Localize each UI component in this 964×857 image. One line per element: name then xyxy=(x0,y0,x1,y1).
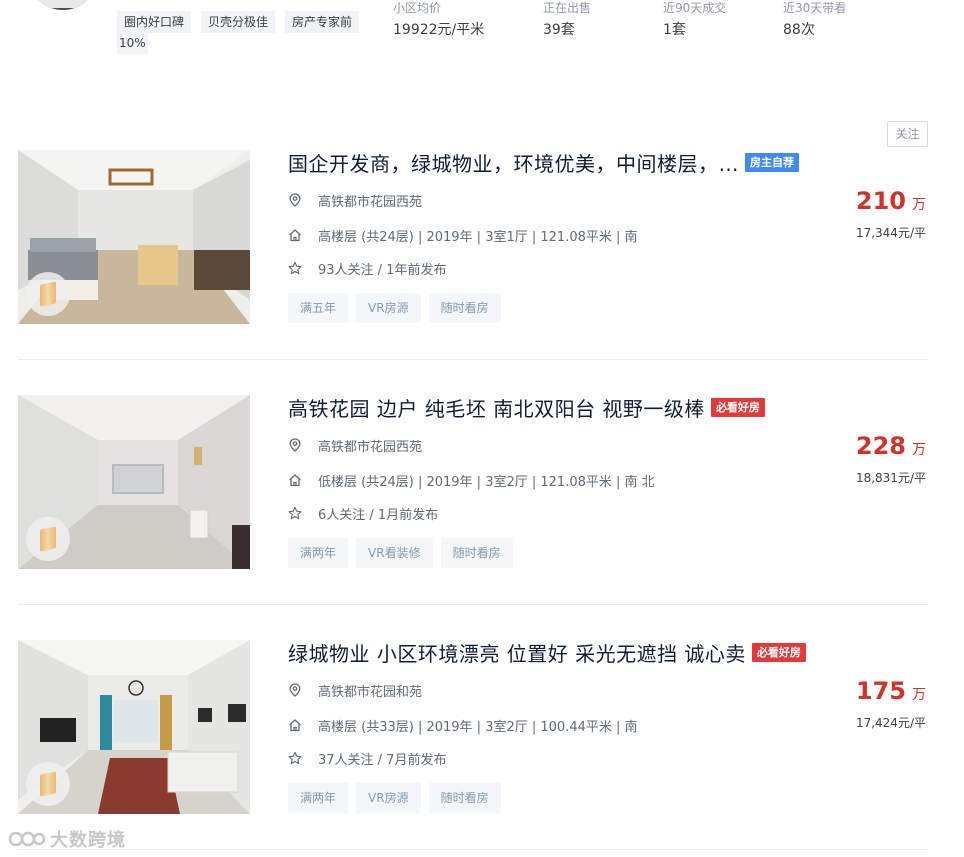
details-text: 高楼层 (共33层) | 2019年 | 3室2厅 | 100.44平米 | 南 xyxy=(318,719,638,735)
divider xyxy=(18,849,928,850)
listing-price: 210 万 17,344元/平 xyxy=(856,186,926,241)
listing-title-row[interactable]: 国企开发商，绿城物业，环境优美，中间楼层，… 房主自荐 xyxy=(288,147,799,177)
listing-followers: 6人关注 / 1月前发布 xyxy=(288,503,438,523)
location-pin-icon xyxy=(288,438,302,452)
total-price: 175 万 xyxy=(855,677,926,705)
listing-photo[interactable] xyxy=(18,150,250,324)
listing-tag: 随时看房 xyxy=(428,293,501,323)
listing-badge: 房主自荐 xyxy=(745,152,799,172)
agent-tag: 贝壳分极佳 xyxy=(201,11,276,33)
agent-avatar[interactable] xyxy=(28,0,98,10)
followers-text: 37人关注 / 7月前发布 xyxy=(318,752,447,768)
watermark-text: 大数跨境 xyxy=(50,830,126,851)
divider xyxy=(18,604,928,605)
vr-icon[interactable] xyxy=(26,272,70,316)
stat-deals-90d: 近90天成交 1套 xyxy=(663,0,726,41)
listing-card[interactable]: 国企开发商，绿城物业，环境优美，中间楼层，… 房主自荐 高铁都市花园西苑 高楼层… xyxy=(18,150,928,360)
listing-title[interactable]: 绿城物业 小区环境漂亮 位置好 采光无遮挡 诚心卖 xyxy=(288,638,746,667)
listing-card[interactable]: 高铁花园 边户 纯毛坯 南北双阳台 视野一级棒 必看好房 高铁都市花园西苑 低楼… xyxy=(18,395,928,605)
followers-text: 93人关注 / 1年前发布 xyxy=(318,262,447,278)
stat-value: 19922元/平米 xyxy=(393,22,485,38)
listing-card[interactable]: 绿城物业 小区环境漂亮 位置好 采光无遮挡 诚心卖 必看好房 高铁都市花园和苑 … xyxy=(18,640,928,850)
location-pin-icon xyxy=(288,683,302,697)
listing-badge: 必看好房 xyxy=(710,397,765,417)
divider xyxy=(18,359,928,360)
stat-value: 1套 xyxy=(663,22,686,38)
listing-tag: 满两年 xyxy=(288,538,349,568)
listing-details: 高楼层 (共33层) | 2019年 | 3室2厅 | 100.44平米 | 南 xyxy=(288,715,638,735)
listing-tag: 满五年 xyxy=(288,293,349,323)
stat-viewings-30d: 近30天带看 88次 xyxy=(783,0,846,41)
vr-icon[interactable] xyxy=(26,762,70,806)
agent-tag: 房产专家前 xyxy=(285,11,360,33)
listing-price: 175 万 17,424元/平 xyxy=(856,676,926,731)
listing-price: 228 万 18,831元/平 xyxy=(856,431,926,486)
watermark-logo-icon xyxy=(8,831,46,847)
unit-price: 17,424元/平 xyxy=(855,716,926,730)
listing-photo[interactable] xyxy=(18,395,250,569)
total-price: 210 万 xyxy=(855,187,926,215)
unit-price: 18,831元/平 xyxy=(855,471,926,485)
stat-avg-price: 小区均价 19922元/平米 xyxy=(393,0,484,41)
house-icon xyxy=(288,718,302,732)
stat-label: 小区均价 xyxy=(393,1,442,15)
listing-community: 高铁都市花园西苑 xyxy=(288,435,422,455)
watermark: 大数跨境 xyxy=(8,826,126,852)
listing-details: 高楼层 (共24层) | 2019年 | 3室1厅 | 121.08平米 | 南 xyxy=(288,225,638,245)
stat-label: 近30天带看 xyxy=(783,1,847,15)
house-icon xyxy=(288,473,302,487)
stat-label: 正在出售 xyxy=(543,1,592,15)
house-icon xyxy=(288,228,302,242)
star-icon xyxy=(288,506,302,520)
agent-tag: 10% xyxy=(117,32,148,54)
listing-title-row[interactable]: 绿城物业 小区环境漂亮 位置好 采光无遮挡 诚心卖 必看好房 xyxy=(288,637,806,667)
listing-tags: 满两年 VR看装修 随时看房 xyxy=(288,538,521,568)
listing-photo[interactable] xyxy=(18,640,250,814)
total-price: 228 万 xyxy=(855,432,926,460)
listing-followers: 37人关注 / 7月前发布 xyxy=(288,748,446,768)
community-name[interactable]: 高铁都市花园西苑 xyxy=(318,191,422,210)
listing-community: 高铁都市花园西苑 xyxy=(288,190,422,210)
listing-community: 高铁都市花园和苑 xyxy=(288,680,422,700)
listing-tag: VR看装修 xyxy=(356,538,433,568)
stat-value: 39套 xyxy=(543,22,575,38)
stat-on-sale: 正在出售 39套 xyxy=(543,0,591,41)
agent-tag: 圈内好口碑 xyxy=(117,11,192,33)
listing-followers: 93人关注 / 1年前发布 xyxy=(288,258,446,278)
listing-badge: 必看好房 xyxy=(751,642,806,662)
stat-label: 近90天成交 xyxy=(663,1,727,15)
listing-details: 低楼层 (共24层) | 2019年 | 3室2厅 | 121.08平米 | 南… xyxy=(288,470,655,490)
listing-tag: 满两年 xyxy=(288,783,349,813)
listing-tags: 满两年 VR房源 随时看房 xyxy=(288,783,509,813)
follow-button[interactable]: 关注 xyxy=(887,121,928,147)
listing-title[interactable]: 高铁花园 边户 纯毛坯 南北双阳台 视野一级棒 xyxy=(288,393,705,422)
details-text: 低楼层 (共24层) | 2019年 | 3室2厅 | 121.08平米 | 南… xyxy=(318,474,655,490)
listing-tags: 满五年 VR房源 随时看房 xyxy=(288,293,509,323)
listing-title[interactable]: 国企开发商，绿城物业，环境优美，中间楼层，… xyxy=(288,148,739,177)
vr-icon[interactable] xyxy=(26,517,70,561)
location-pin-icon xyxy=(288,193,302,207)
listing-tag: VR房源 xyxy=(356,293,421,323)
star-icon xyxy=(288,261,302,275)
listing-title-row[interactable]: 高铁花园 边户 纯毛坯 南北双阳台 视野一级棒 必看好房 xyxy=(288,392,765,422)
star-icon xyxy=(288,751,302,765)
community-name[interactable]: 高铁都市花园西苑 xyxy=(318,436,422,455)
listing-tag: 随时看房 xyxy=(440,538,513,568)
community-name[interactable]: 高铁都市花园和苑 xyxy=(318,681,422,700)
details-text: 高楼层 (共24层) | 2019年 | 3室1厅 | 121.08平米 | 南 xyxy=(318,229,638,245)
listing-tag: 随时看房 xyxy=(428,783,501,813)
followers-text: 6人关注 / 1月前发布 xyxy=(318,507,439,523)
unit-price: 17,344元/平 xyxy=(855,226,926,240)
stat-value: 88次 xyxy=(783,22,815,38)
listing-tag: VR房源 xyxy=(356,783,421,813)
